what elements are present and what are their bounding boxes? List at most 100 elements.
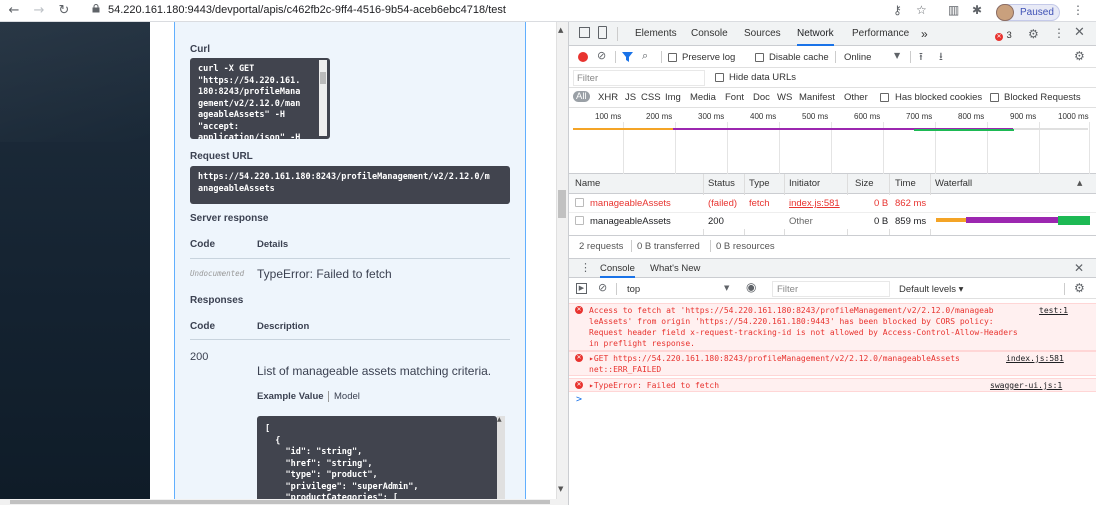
throttling-select[interactable]: Online	[844, 52, 871, 63]
disable-cache-checkbox[interactable]	[755, 53, 764, 62]
import-har-icon[interactable]: ⭱	[919, 48, 923, 67]
type-filter-xhr[interactable]: XHR	[598, 92, 618, 103]
tick-label: 500 ms	[802, 112, 829, 121]
col-initiator[interactable]: Initiator	[789, 178, 820, 189]
clear-icon[interactable]: ⊘	[597, 49, 606, 62]
network-settings-icon[interactable]: ⚙	[1074, 49, 1085, 63]
throttle-dropdown-icon[interactable]: ▼	[894, 51, 900, 60]
type-filter-doc[interactable]: Doc	[753, 92, 770, 103]
console-source-link[interactable]: test:1	[1039, 305, 1068, 316]
record-icon[interactable]	[578, 52, 588, 62]
console-source-link[interactable]: swagger-ui.js:1	[990, 380, 1062, 391]
page-vertical-scrollbar[interactable]: ▲ ▼	[556, 22, 568, 499]
tab-network[interactable]: Network	[797, 22, 834, 46]
type-filter-css[interactable]: CSS	[641, 92, 661, 103]
curl-scrollbar[interactable]	[319, 60, 327, 136]
request-initiator-link[interactable]: index.js:581	[789, 198, 840, 209]
sort-arrow-icon[interactable]: ▲	[1077, 179, 1082, 187]
console-error-message[interactable]: ✕ Access to fetch at 'https://54.220.161…	[569, 303, 1096, 351]
transferred-size: 0 B transferred	[637, 241, 700, 252]
description-column-header: Description	[257, 321, 310, 332]
star-icon[interactable]: ☆	[916, 3, 927, 17]
console-error-message[interactable]: ✕ ▸GET https://54.220.161.180:8243/profi…	[569, 351, 1096, 376]
page-scroll-thumb[interactable]	[558, 190, 566, 218]
extension-chart-icon[interactable]: ▥	[948, 3, 959, 17]
console-filter-input[interactable]: Filter	[772, 281, 890, 297]
tab-sources[interactable]: Sources	[744, 22, 781, 46]
page-gutter-right	[526, 22, 554, 499]
waterfall-waiting-bar	[966, 217, 1058, 223]
col-waterfall[interactable]: Waterfall	[935, 178, 972, 189]
drawer-tab-console[interactable]: Console	[600, 263, 635, 278]
horizontal-scroll-thumb[interactable]	[10, 500, 550, 504]
settings-gear-icon[interactable]: ⚙	[1028, 27, 1039, 41]
drawer-tab-whats-new[interactable]: What's New	[650, 263, 700, 274]
console-source-link[interactable]: index.js:581	[1006, 353, 1064, 364]
back-arrow-icon[interactable]: ←	[6, 3, 22, 18]
has-blocked-cookies-checkbox[interactable]	[880, 93, 889, 102]
overview-bar-download	[914, 129, 1014, 131]
example-value-tab[interactable]: Example Value	[257, 391, 329, 402]
curl-code-block[interactable]: curl -X GET "https://54.220.161. 180:824…	[190, 58, 330, 139]
request-status: (failed)	[708, 198, 738, 209]
example-scrollbar[interactable]: ▲	[497, 416, 505, 499]
menu-kebab-icon[interactable]: ⋮	[1072, 3, 1084, 17]
type-filter-other[interactable]: Other	[844, 92, 868, 103]
key-icon[interactable]: ⚷	[893, 3, 902, 17]
device-toolbar-icon[interactable]	[598, 26, 607, 39]
clear-console-icon[interactable]: ⊘	[598, 281, 607, 294]
blocked-requests-checkbox[interactable]	[990, 93, 999, 102]
tab-console[interactable]: Console	[691, 22, 728, 46]
network-toolbar: ⊘ ⌕ Preserve log Disable cache Online ▼ …	[569, 46, 1096, 68]
filter-row: Filter Hide data URLs	[569, 68, 1096, 88]
log-levels-dropdown[interactable]: Default levels ▾	[899, 284, 963, 295]
error-count-badge[interactable]: ✕ 3	[995, 28, 1012, 41]
avatar	[996, 4, 1014, 21]
page-gutter	[150, 22, 174, 499]
example-json-block[interactable]: [ { "id": "string", "href": "string", "t…	[257, 416, 497, 499]
export-har-icon[interactable]: ⭳	[939, 48, 943, 67]
sidebar-toggle-icon[interactable]: ▶	[576, 283, 587, 294]
context-dropdown-icon[interactable]: ▼	[724, 284, 729, 292]
inspect-element-icon[interactable]	[579, 27, 590, 38]
type-filter-manifest[interactable]: Manifest	[799, 92, 835, 103]
type-filter-all[interactable]: All	[573, 91, 590, 102]
console-error-message[interactable]: ✕ ▸TypeError: Failed to fetch swagger-ui…	[569, 378, 1096, 392]
context-selector[interactable]: top	[627, 284, 640, 295]
devtools-menu-icon[interactable]: ⋮	[1053, 26, 1065, 40]
paused-profile-button[interactable]: Paused	[996, 2, 1060, 21]
server-response-heading: Server response	[190, 213, 269, 224]
drawer-menu-icon[interactable]: ⋮	[580, 261, 591, 274]
type-filter-js[interactable]: JS	[625, 92, 636, 103]
filter-funnel-icon[interactable]	[622, 52, 633, 62]
filter-input[interactable]: Filter	[573, 70, 705, 86]
live-expression-eye-icon[interactable]: ◉	[746, 280, 756, 294]
type-filter-media[interactable]: Media	[690, 92, 716, 103]
col-name[interactable]: Name	[575, 178, 600, 189]
hide-data-urls-checkbox[interactable]	[715, 73, 724, 82]
console-prompt[interactable]: >	[576, 394, 582, 405]
close-devtools-icon[interactable]: ✕	[1074, 25, 1085, 40]
tab-performance[interactable]: Performance	[852, 22, 909, 46]
model-tab[interactable]: Model	[334, 391, 360, 402]
type-filter-ws[interactable]: WS	[777, 92, 792, 103]
close-drawer-icon[interactable]: ✕	[1074, 261, 1084, 275]
more-tabs-button[interactable]: »	[921, 22, 928, 46]
puzzle-icon[interactable]: ✱	[972, 3, 982, 17]
browser-toolbar: ← → ↻ 54.220.161.180:9443/devportal/apis…	[0, 0, 1096, 22]
table-row[interactable]: manageableAssets (failed) fetch index.js…	[569, 195, 1096, 212]
request-url-block[interactable]: https://54.220.161.180:8243/profileManag…	[190, 166, 510, 204]
forward-arrow-icon[interactable]: →	[31, 3, 47, 18]
type-filter-img[interactable]: Img	[665, 92, 681, 103]
console-settings-icon[interactable]: ⚙	[1074, 281, 1085, 295]
address-bar[interactable]: 54.220.161.180:9443/devportal/apis/c462f…	[108, 4, 506, 16]
search-icon[interactable]: ⌕	[642, 49, 648, 63]
col-size[interactable]: Size	[855, 178, 873, 189]
col-time[interactable]: Time	[895, 178, 916, 189]
preserve-log-checkbox[interactable]	[668, 53, 677, 62]
tab-elements[interactable]: Elements	[635, 22, 677, 46]
type-filter-font[interactable]: Font	[725, 92, 744, 103]
reload-icon[interactable]: ↻	[56, 3, 72, 18]
col-type[interactable]: Type	[749, 178, 770, 189]
col-status[interactable]: Status	[708, 178, 735, 189]
